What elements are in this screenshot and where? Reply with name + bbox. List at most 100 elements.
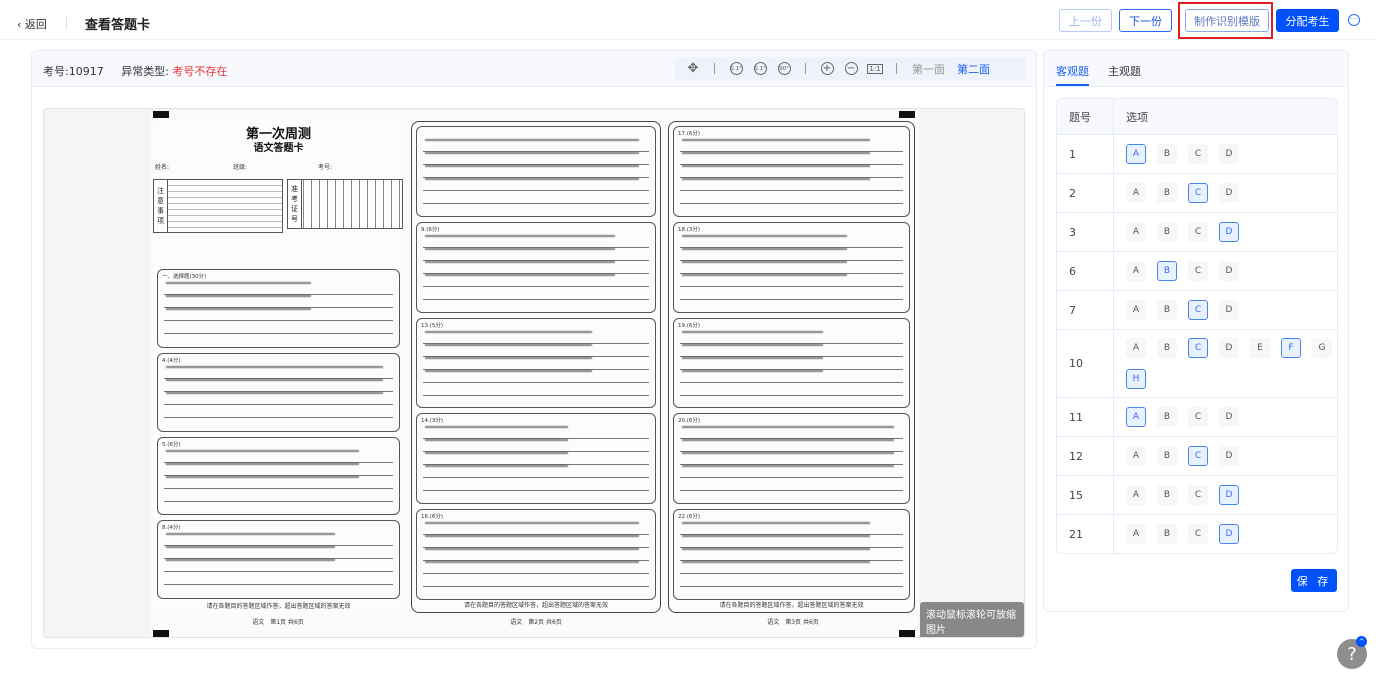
option-d[interactable]: D	[1219, 183, 1239, 203]
option-a[interactable]: A	[1126, 407, 1146, 427]
option-a[interactable]: A	[1126, 261, 1146, 281]
question-area: 19.(6分)	[673, 317, 910, 409]
option-d[interactable]: D	[1219, 222, 1239, 242]
question-area: 13.(5分)	[416, 317, 656, 409]
move-icon[interactable]: ✥	[681, 59, 705, 79]
option-d[interactable]: D	[1219, 144, 1239, 164]
option-group: ABCD	[1114, 213, 1337, 251]
option-f[interactable]: F	[1281, 338, 1301, 358]
face-one-tab[interactable]: 第一面	[912, 61, 945, 77]
option-d[interactable]: D	[1219, 485, 1239, 505]
option-c[interactable]: C	[1188, 485, 1208, 505]
option-d[interactable]: D	[1219, 524, 1239, 544]
option-c[interactable]: C	[1188, 300, 1208, 320]
handwriting	[682, 136, 870, 185]
option-a[interactable]: A	[1126, 524, 1146, 544]
option-a[interactable]: A	[1126, 300, 1146, 320]
option-e[interactable]: E	[1250, 338, 1270, 358]
answer-sheet-viewer[interactable]: 第一次周测 语文答题卡 姓名: 班级: 考号: 注意事项 准考证号 一、选择题(30分) 4.(…	[43, 108, 1025, 638]
option-d[interactable]: D	[1219, 261, 1239, 281]
tab-subjective[interactable]: 主观题	[1108, 63, 1141, 79]
exam-no: 10917	[68, 65, 104, 78]
option-a[interactable]: A	[1126, 446, 1146, 466]
option-c[interactable]: C	[1188, 222, 1208, 242]
option-b[interactable]: B	[1157, 338, 1177, 358]
zoom-out-icon[interactable]: −	[839, 59, 863, 79]
option-b[interactable]: B	[1157, 222, 1177, 242]
rotate-right-label: 0.1°	[753, 62, 767, 75]
question-area: 9.(6分)	[416, 221, 656, 313]
chevron-up-icon[interactable]: ^	[1356, 636, 1367, 647]
assign-student-button[interactable]: 分配考生	[1276, 9, 1339, 32]
divider	[714, 63, 715, 74]
option-group: ABCD	[1114, 291, 1337, 329]
face-two-tab[interactable]: 第二面	[957, 61, 990, 77]
option-b[interactable]: B	[1157, 446, 1177, 466]
answer-panel: 客观题 主观题 题号 选项 1ABCD2ABCD3ABCD6ABCD7ABCD1…	[1043, 50, 1349, 612]
option-c[interactable]: C	[1188, 338, 1208, 358]
sheet-subtitle: 语文答题卡	[253, 143, 304, 154]
sheet-warning: 请在各题目的答题区域作答，超出答题区域的答案无效	[463, 602, 608, 609]
divider	[896, 63, 897, 74]
rotate-right-small-icon[interactable]: 0.1°	[748, 59, 772, 79]
table-row: 6ABCD	[1057, 251, 1337, 290]
actual-size-icon[interactable]: 1:1	[863, 59, 887, 79]
option-d[interactable]: D	[1219, 338, 1239, 358]
back-button[interactable]: ‹ 返回	[17, 16, 47, 32]
rotate-90-icon[interactable]: 90°	[772, 59, 796, 79]
question-no: 12	[1057, 437, 1114, 475]
next-button[interactable]: 下一份	[1119, 9, 1172, 32]
table-row: 11 A B C D	[1057, 397, 1337, 436]
option-h[interactable]: H	[1126, 369, 1146, 389]
option-group: ABCD	[1114, 174, 1337, 212]
option-a[interactable]: A	[1126, 183, 1146, 203]
option-c[interactable]: C	[1188, 446, 1208, 466]
question-no: 3	[1057, 213, 1114, 251]
option-b[interactable]: B	[1157, 261, 1177, 281]
image-tools: ✥ 0.1° 0.1° 90° + − 1:1 第一面 第二面	[675, 57, 1026, 80]
option-b[interactable]: B	[1157, 144, 1177, 164]
save-button[interactable]: 保 存	[1291, 569, 1337, 592]
error-type-value: 考号不存在	[172, 65, 228, 78]
rotate-90-label: 90°	[777, 62, 791, 75]
question-area: 8.(4分)	[157, 520, 400, 599]
option-d[interactable]: D	[1219, 407, 1239, 427]
option-g[interactable]: G	[1312, 338, 1332, 358]
option-group: ABCD	[1114, 476, 1337, 514]
answer-sheet-page: 9.(6分) 13.(5分) 14.(3分) 16.(6分) 请在各题目的答题区域作答，…	[411, 121, 661, 613]
option-b[interactable]: B	[1157, 407, 1177, 427]
option-b[interactable]: B	[1157, 524, 1177, 544]
tab-objective[interactable]: 客观题	[1056, 63, 1089, 86]
page-footer: 语文 第1页 共6页	[252, 619, 304, 626]
table-row: 12 A B C D	[1057, 436, 1337, 475]
handwriting	[425, 327, 592, 377]
zoom-in-icon[interactable]: +	[815, 59, 839, 79]
more-icon[interactable]: ···	[1348, 14, 1360, 26]
rotate-left-small-icon[interactable]: 0.1°	[724, 59, 748, 79]
option-b[interactable]: B	[1157, 485, 1177, 505]
option-a[interactable]: A	[1126, 222, 1146, 242]
question-no: 21	[1057, 515, 1114, 553]
option-d[interactable]: D	[1219, 446, 1239, 466]
option-c[interactable]: C	[1188, 144, 1208, 164]
option-b[interactable]: B	[1157, 300, 1177, 320]
option-c[interactable]: C	[1188, 183, 1208, 203]
option-a[interactable]: A	[1126, 485, 1146, 505]
handwriting	[682, 423, 894, 473]
option-c[interactable]: C	[1188, 407, 1208, 427]
handwriting	[682, 327, 823, 377]
question-area: 5.(6分)	[157, 436, 400, 516]
option-a[interactable]: A	[1126, 144, 1146, 164]
option-d[interactable]: D	[1219, 300, 1239, 320]
prev-button[interactable]: 上一份	[1059, 9, 1112, 32]
table-row: 7ABCD	[1057, 290, 1337, 329]
option-group: ABCD	[1114, 398, 1337, 436]
option-a[interactable]: A	[1126, 338, 1146, 358]
option-group: ABCDEFG H	[1114, 330, 1337, 397]
table-row: 3ABCD	[1057, 212, 1337, 251]
option-c[interactable]: C	[1188, 261, 1208, 281]
option-c[interactable]: C	[1188, 524, 1208, 544]
error-type-label: 异常类型:	[121, 65, 169, 78]
option-b[interactable]: B	[1157, 183, 1177, 203]
answer-sheet-image: 第一次周测 语文答题卡 姓名: 班级: 考号: 注意事项 准考证号 一、选择题(30分) 4.(…	[151, 111, 919, 637]
